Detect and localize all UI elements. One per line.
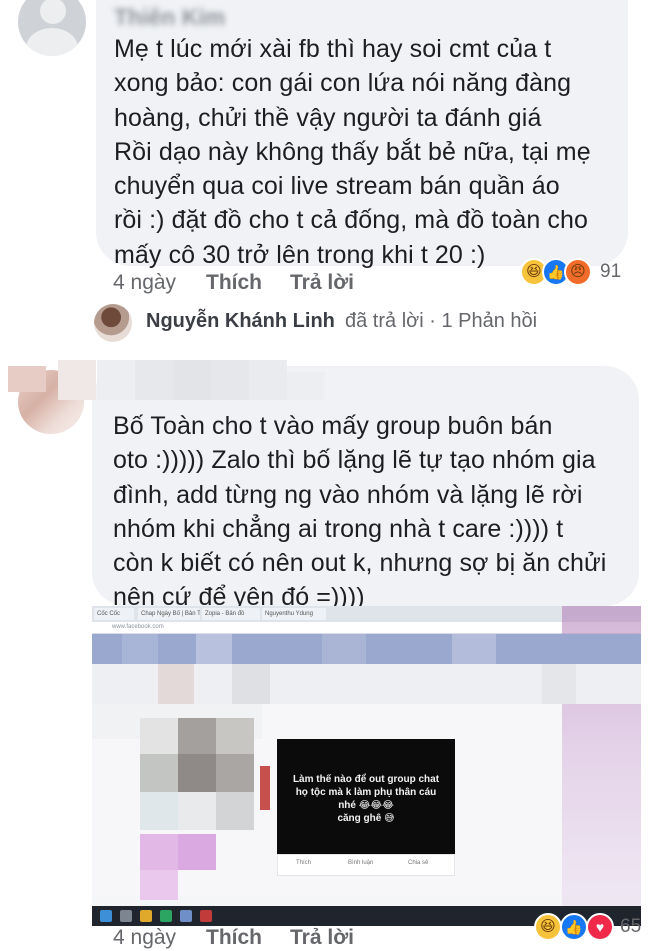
folder-icon [140, 910, 152, 922]
comment-line: nhóm khi chẳng ai trong nhà t care :))))… [113, 514, 564, 543]
like-link[interactable]: Thích [206, 271, 262, 295]
app-icon [200, 910, 212, 922]
browser-tab: Chap Ngày Bố | Bản T [138, 608, 200, 620]
reply-link[interactable]: Trả lời [290, 271, 354, 295]
comment-line: Mẹ t lúc mới xài fb thì hay soi cmt của … [114, 35, 552, 63]
browser-icon [160, 910, 172, 922]
comment-text: Mẹ t lúc mới xài fb thì hay soi cmt của … [114, 32, 591, 272]
reply-author-name[interactable]: Nguyễn Khánh Linh [146, 310, 335, 333]
reply-link[interactable]: Trả lời [290, 926, 354, 950]
group-post-text: Làm thế nào để out group chat họ tộc mà … [292, 774, 440, 824]
comment-author-avatar[interactable] [18, 0, 86, 56]
comment-line: chuyển qua coi live stream bán quần áo [114, 172, 560, 201]
comment-line: đình, add từng ng vào nhóm và lặng lẽ rờ… [113, 480, 583, 509]
love-icon: ♥ [586, 913, 614, 941]
address-text: www.facebook.com [112, 624, 164, 630]
reply-summary[interactable]: Nguyễn Khánh Linh đã trả lời · 1 Phản hồ… [94, 300, 634, 344]
reaction-count: 65 [620, 916, 642, 937]
haha-icon: 😆 [534, 913, 562, 941]
reaction-summary[interactable]: 😆 👍 😠 91 [520, 258, 628, 288]
default-avatar-body [26, 28, 78, 56]
group-post-actions: Thích Bình luận Chia sẻ [277, 854, 455, 876]
browser-address-bar: www.facebook.com [92, 622, 641, 634]
reply-count-label[interactable]: đã trả lời · 1 Phản hồi [345, 310, 537, 333]
browser-tab: Nguyenthu Ydung [262, 608, 326, 620]
group-post-image[interactable]: Làm thế nào để out group chat họ tộc mà … [277, 739, 455, 854]
comment-line: oto :))))) Zalo thì bố lặng lẽ tự tạo nh… [113, 446, 596, 475]
comment-line: xong bảo: con gái con lứa nói năng đàng [114, 69, 572, 98]
app-icon [180, 910, 192, 922]
comment-line: còn k biết có nên out k, nhưng sợ bị ăn … [113, 549, 607, 578]
comment-line: hoàng, chửi thề vậy người ta đánh giá [114, 103, 542, 132]
angry-icon: 😠 [564, 258, 592, 286]
reply-author-avatar [94, 304, 132, 342]
comment-line: Rồi dạo này không thấy bắt bẻ nữa, tại m… [114, 137, 591, 166]
browser-tab: Cốc Cốc [94, 608, 134, 620]
comment-timestamp[interactable]: 4 ngày [113, 271, 176, 295]
browser-tab: Zopia - Bản đồ [202, 608, 260, 620]
like-icon: 👍 [560, 913, 588, 941]
comment-text: Bố Toàn cho t vào mấy group buôn bán oto … [113, 409, 606, 615]
comment-timestamp[interactable]: 4 ngày [113, 926, 176, 950]
default-avatar-head [40, 0, 66, 24]
explorer-icon [120, 910, 132, 922]
post-like-button[interactable]: Thích [296, 860, 311, 866]
post-comment-button[interactable]: Bình luận [348, 860, 373, 866]
windows-start-icon [100, 910, 112, 922]
post-share-button[interactable]: Chia sẻ [408, 860, 428, 866]
browser-tab-bar: Cốc Cốc Chap Ngày Bố | Bản T Zopia - Bản… [92, 606, 641, 622]
reaction-count: 91 [600, 261, 622, 282]
comment-line: Bố Toàn cho t vào mấy group buôn bán [113, 412, 553, 440]
attached-screenshot[interactable]: Cốc Cốc Chap Ngày Bố | Bản T Zopia - Bản… [92, 606, 641, 926]
comment-author-name[interactable]: Thiên Kim [114, 4, 225, 31]
like-link[interactable]: Thích [206, 926, 262, 950]
reaction-summary[interactable]: 😆 👍 ♥ 65 [534, 913, 646, 943]
comment-line: rồi :) đặt đồ cho t cả đống, mà đồ toàn … [114, 206, 589, 235]
